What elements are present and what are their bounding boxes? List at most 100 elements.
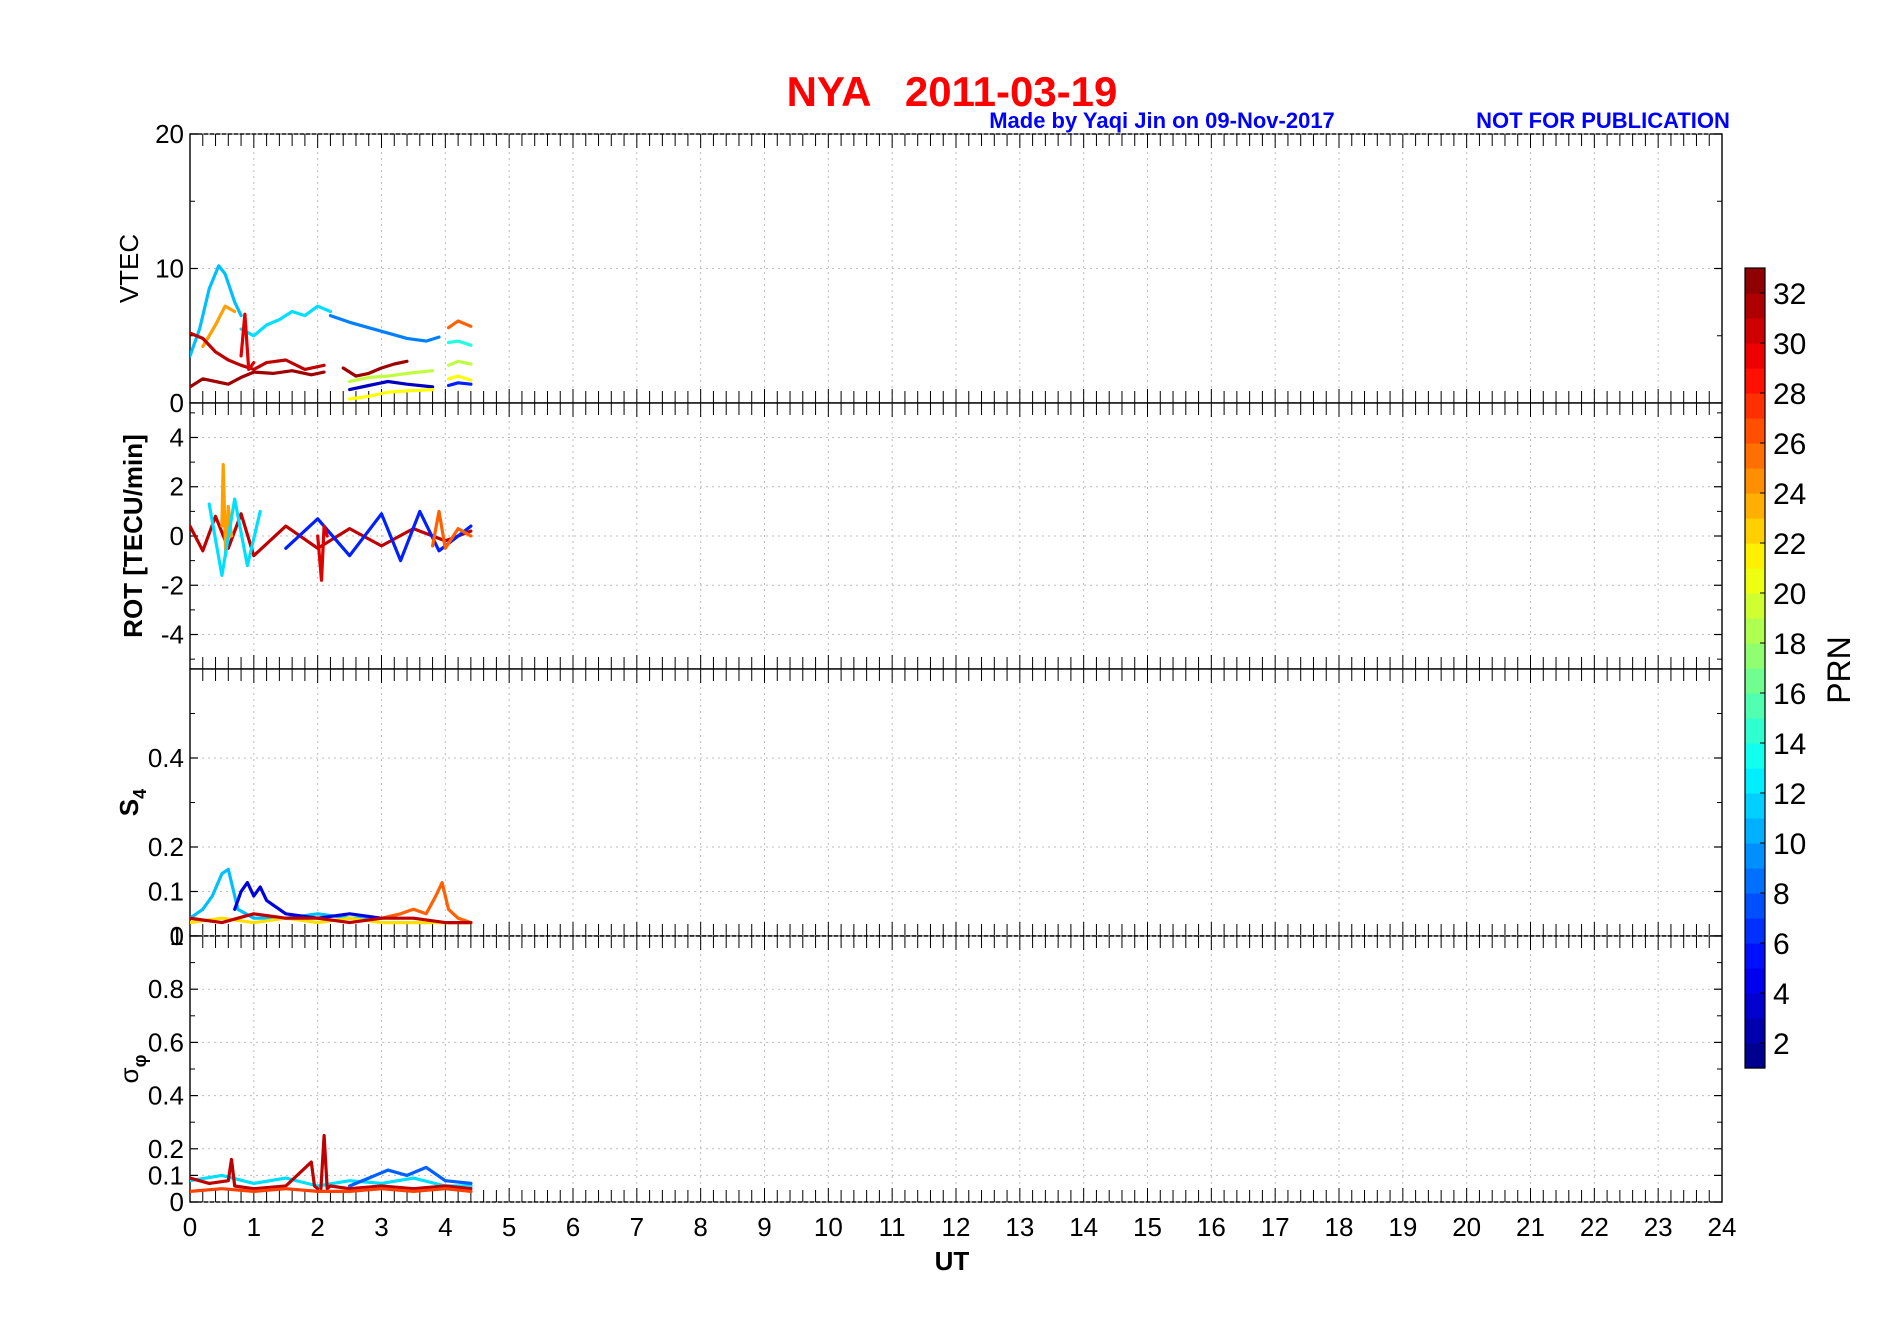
colorbar-segment	[1745, 568, 1765, 594]
x-tick-label: 9	[757, 1212, 771, 1242]
x-tick-label: 8	[693, 1212, 707, 1242]
colorbar-segment	[1745, 443, 1765, 469]
colorbar-label: PRN	[1821, 636, 1857, 704]
x-tick-label: 24	[1708, 1212, 1737, 1242]
colorbar-segment	[1745, 368, 1765, 394]
colorbar-tick-label: 10	[1773, 828, 1806, 861]
y-axis-label: ROT [TECU/min]	[118, 434, 148, 638]
x-tick-label: 22	[1580, 1212, 1609, 1242]
y-axis-label: VTEC	[114, 234, 144, 303]
colorbar-segment	[1745, 493, 1765, 519]
colorbar-tick-label: 32	[1773, 278, 1806, 311]
x-axis-label: UT	[935, 1246, 970, 1276]
colorbar-segment	[1745, 793, 1765, 819]
y-tick-label: 2	[170, 472, 184, 502]
colorbar-segment	[1745, 918, 1765, 944]
colorbar-tick-label: 22	[1773, 528, 1806, 561]
y-axis-label: σφ	[114, 1054, 150, 1083]
panels-group: 01020VTEC-4-2024ROT [TECU/min]00.10.20.4…	[114, 119, 1723, 1217]
colorbar-segment	[1745, 818, 1765, 844]
x-tick-label: 20	[1452, 1212, 1481, 1242]
colorbar-segment	[1745, 943, 1765, 969]
credit-text: Made by Yaqi Jin on 09-Nov-2017	[989, 108, 1335, 133]
colorbar-segment	[1745, 843, 1765, 869]
colorbar-segment	[1745, 618, 1765, 644]
colorbar-segment	[1745, 993, 1765, 1019]
panel-4: 00.10.20.40.60.81σφ	[114, 921, 1723, 1217]
y-tick-label: 0.4	[148, 743, 184, 773]
x-tick-label: 7	[630, 1212, 644, 1242]
x-tick-label: 16	[1197, 1212, 1226, 1242]
x-tick-label: 14	[1069, 1212, 1098, 1242]
colorbar-segment	[1745, 693, 1765, 719]
colorbar-segment	[1745, 268, 1765, 294]
y-tick-label: 4	[170, 422, 184, 452]
colorbar-segment	[1745, 343, 1765, 369]
colorbar-segment	[1745, 968, 1765, 994]
publication-notice: NOT FOR PUBLICATION	[1476, 108, 1730, 133]
x-tick-label: 11	[879, 1212, 906, 1242]
x-tick-label: 5	[502, 1212, 516, 1242]
colorbar-segment	[1745, 718, 1765, 744]
y-tick-label: 0.4	[148, 1081, 184, 1111]
colorbar-segment	[1745, 418, 1765, 444]
colorbar-tick-label: 16	[1773, 678, 1806, 711]
colorbar-tick-label: 6	[1773, 928, 1790, 961]
x-tick-label: 13	[1005, 1212, 1034, 1242]
x-tick-label: 23	[1644, 1212, 1673, 1242]
scintillation-chart: NYA 2011-03-19 Made by Yaqi Jin on 09-No…	[114, 68, 1857, 1276]
colorbar-segment	[1745, 643, 1765, 669]
x-tick-label: 15	[1133, 1212, 1162, 1242]
colorbar-segment	[1745, 1018, 1765, 1044]
colorbar-segment	[1745, 518, 1765, 544]
y-tick-label: 20	[155, 119, 184, 149]
colorbar-tick-label: 24	[1773, 478, 1806, 511]
colorbar-segment	[1745, 768, 1765, 794]
x-tick-label: 2	[310, 1212, 324, 1242]
colorbar-segment	[1745, 893, 1765, 919]
x-tick-label: 19	[1388, 1212, 1417, 1242]
colorbar-segment	[1745, 393, 1765, 419]
y-tick-label: 0	[170, 521, 184, 551]
colorbar-tick-label: 14	[1773, 728, 1806, 761]
y-tick-label: 0.1	[148, 877, 184, 907]
y-tick-label: 0	[170, 388, 184, 418]
y-tick-label: 0.8	[148, 974, 184, 1004]
y-tick-label: -2	[161, 570, 184, 600]
y-tick-label: 0.6	[148, 1027, 184, 1057]
y-tick-label: 0.1	[148, 1160, 184, 1190]
colorbar: 2468101214161820222426283032	[1744, 267, 1806, 1069]
panel-1: 0 10 20 VTEC	[114, 119, 1723, 418]
x-axis: 0 1 2 3 4 5 6 7 8 9 10 11 12 13 14 15 16 17 18 19 20 21 22 23 24	[183, 1212, 1737, 1242]
colorbar-tick-label: 28	[1773, 378, 1806, 411]
x-tick-label: 6	[566, 1212, 580, 1242]
x-tick-label: 0	[183, 1212, 197, 1242]
x-tick-label: 12	[942, 1212, 971, 1242]
colorbar-tick-label: 30	[1773, 328, 1806, 361]
y-tick-label: 0.2	[148, 832, 184, 862]
colorbar-segment	[1745, 543, 1765, 569]
y-tick-label: 1	[170, 921, 184, 951]
panel-3: 00.10.20.4S4	[114, 668, 1723, 951]
x-tick-label: 1	[247, 1212, 261, 1242]
colorbar-segment	[1745, 743, 1765, 769]
x-tick-label: 18	[1325, 1212, 1354, 1242]
colorbar-tick-label: 20	[1773, 578, 1806, 611]
y-tick-label: -4	[161, 620, 184, 650]
colorbar-tick-label: 18	[1773, 628, 1806, 661]
x-tick-label: 10	[814, 1212, 843, 1242]
x-tick-label: 3	[374, 1212, 388, 1242]
colorbar-tick-label: 12	[1773, 778, 1806, 811]
colorbar-segment	[1745, 1043, 1765, 1069]
colorbar-segment	[1745, 293, 1765, 319]
x-tick-label: 21	[1516, 1212, 1545, 1242]
colorbar-segment	[1745, 318, 1765, 344]
colorbar-segment	[1745, 468, 1765, 494]
colorbar-tick-label: 26	[1773, 428, 1806, 461]
colorbar-segment	[1745, 668, 1765, 694]
panel-2: -4 -2 0 2 4 ROT [TECU/min]	[118, 402, 1723, 670]
colorbar-tick-label: 2	[1773, 1028, 1790, 1061]
y-axis-label: S4	[114, 789, 150, 816]
colorbar-tick-label: 4	[1773, 978, 1790, 1011]
x-tick-label: 4	[438, 1212, 452, 1242]
